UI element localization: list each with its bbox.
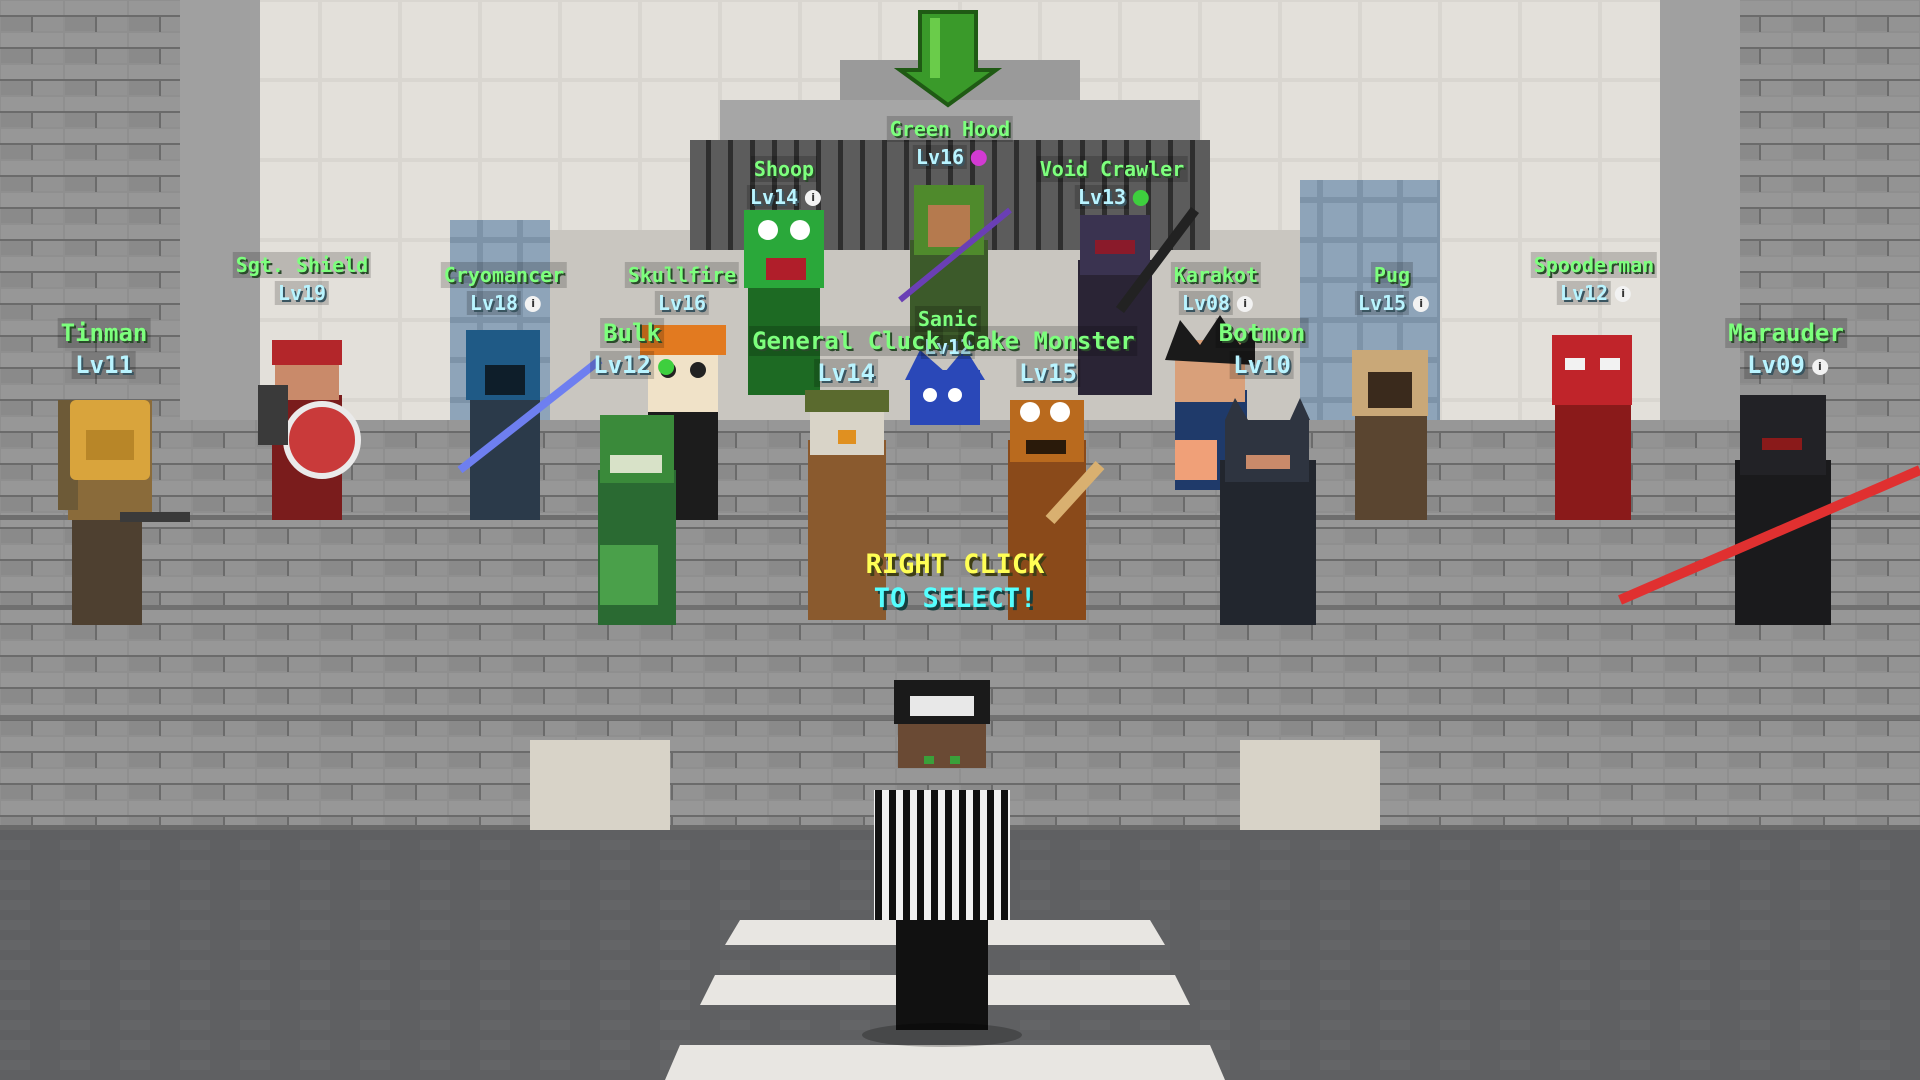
info-badge-icon: i [1237,295,1254,312]
select-prompt: RIGHT CLICK TO SELECT! [866,548,1045,616]
name-label: Karakot [1170,262,1262,288]
nameplate-cryomancer: Cryomancer Lv18 i [440,262,568,316]
level-label: Lv16 [654,291,710,315]
level-label: Lv14 [814,359,878,387]
prompt-line-1: RIGHT CLICK [865,549,1045,580]
nameplate-green-hood: Green Hood Lv16 [886,116,1014,170]
level-label: Lv14 [746,185,802,209]
nameplate-shoop: Shoop Lv14 i [746,156,822,210]
nameplate-skullfire: Skullfire Lv16 [624,262,740,316]
info-badge-icon: i [1615,285,1632,302]
level-label: Lv18 [466,291,522,315]
level-label: Lv09 [1744,351,1808,379]
level-label: Lv15 [1016,359,1080,387]
level-label: Lv12 [1556,281,1612,305]
name-label: Sgt. Shield [232,252,372,278]
info-badge-icon: i [1811,358,1828,375]
nameplate-pug: Pug Lv15 i [1354,262,1430,316]
info-badge-icon: i [1413,295,1430,312]
status-badge-icon [1133,189,1150,206]
level-label: Lv19 [274,281,330,305]
prompt-line-2: TO SELECT! [873,583,1037,614]
level-label: Lv10 [1230,351,1294,379]
name-label: Marauder [1725,318,1847,348]
status-badge-icon [971,149,988,166]
name-label: Void Crawler [1036,156,1188,182]
name-label: Cryomancer [440,262,568,288]
name-label: Skullfire [624,262,740,288]
name-label: Pug [1370,262,1414,288]
status-badge-icon [657,358,674,375]
name-label: Cake Monster [958,326,1138,356]
level-label: Lv12 [590,351,654,379]
nameplate-karakot: Karakot Lv08 i [1170,262,1262,316]
name-label: Tinman [57,318,151,348]
nameplate-cake-monster: Cake Monster Lv15 [958,326,1138,388]
name-label: Green Hood [886,116,1014,142]
name-label: Bulk [600,318,664,348]
nameplate-spooderman: Spooderman Lv12 i [1530,252,1658,306]
name-label: Shoop [750,156,818,182]
figure-pug[interactable] [1352,350,1428,520]
info-badge-icon: i [805,189,822,206]
figure-botmon[interactable] [1220,398,1316,625]
level-label: Lv11 [72,351,136,379]
nameplate-marauder: Marauder Lv09 i [1725,318,1847,380]
name-label: Botmon [1215,318,1309,348]
nameplate-general-cluck: General Cluck Lv14 [749,326,943,388]
figure-spooderman[interactable] [1552,335,1632,520]
name-label: General Cluck [749,326,943,356]
figure-bulk[interactable] [598,415,676,625]
level-label: Lv13 [1074,185,1130,209]
level-label: Lv08 [1178,291,1234,315]
level-label: Lv15 [1354,291,1410,315]
name-label: Spooderman [1530,252,1658,278]
nameplate-botmon: Botmon Lv10 [1215,318,1309,380]
nameplate-tinman: Tinman Lv11 [57,318,151,380]
info-badge-icon: i [525,295,542,312]
nameplate-void-crawler: Void Crawler Lv13 [1036,156,1188,210]
nameplate-sgt-shield: Sgt. Shield Lv19 [232,252,372,306]
nameplate-bulk: Bulk Lv12 [590,318,674,380]
level-label: Lv16 [912,145,968,169]
